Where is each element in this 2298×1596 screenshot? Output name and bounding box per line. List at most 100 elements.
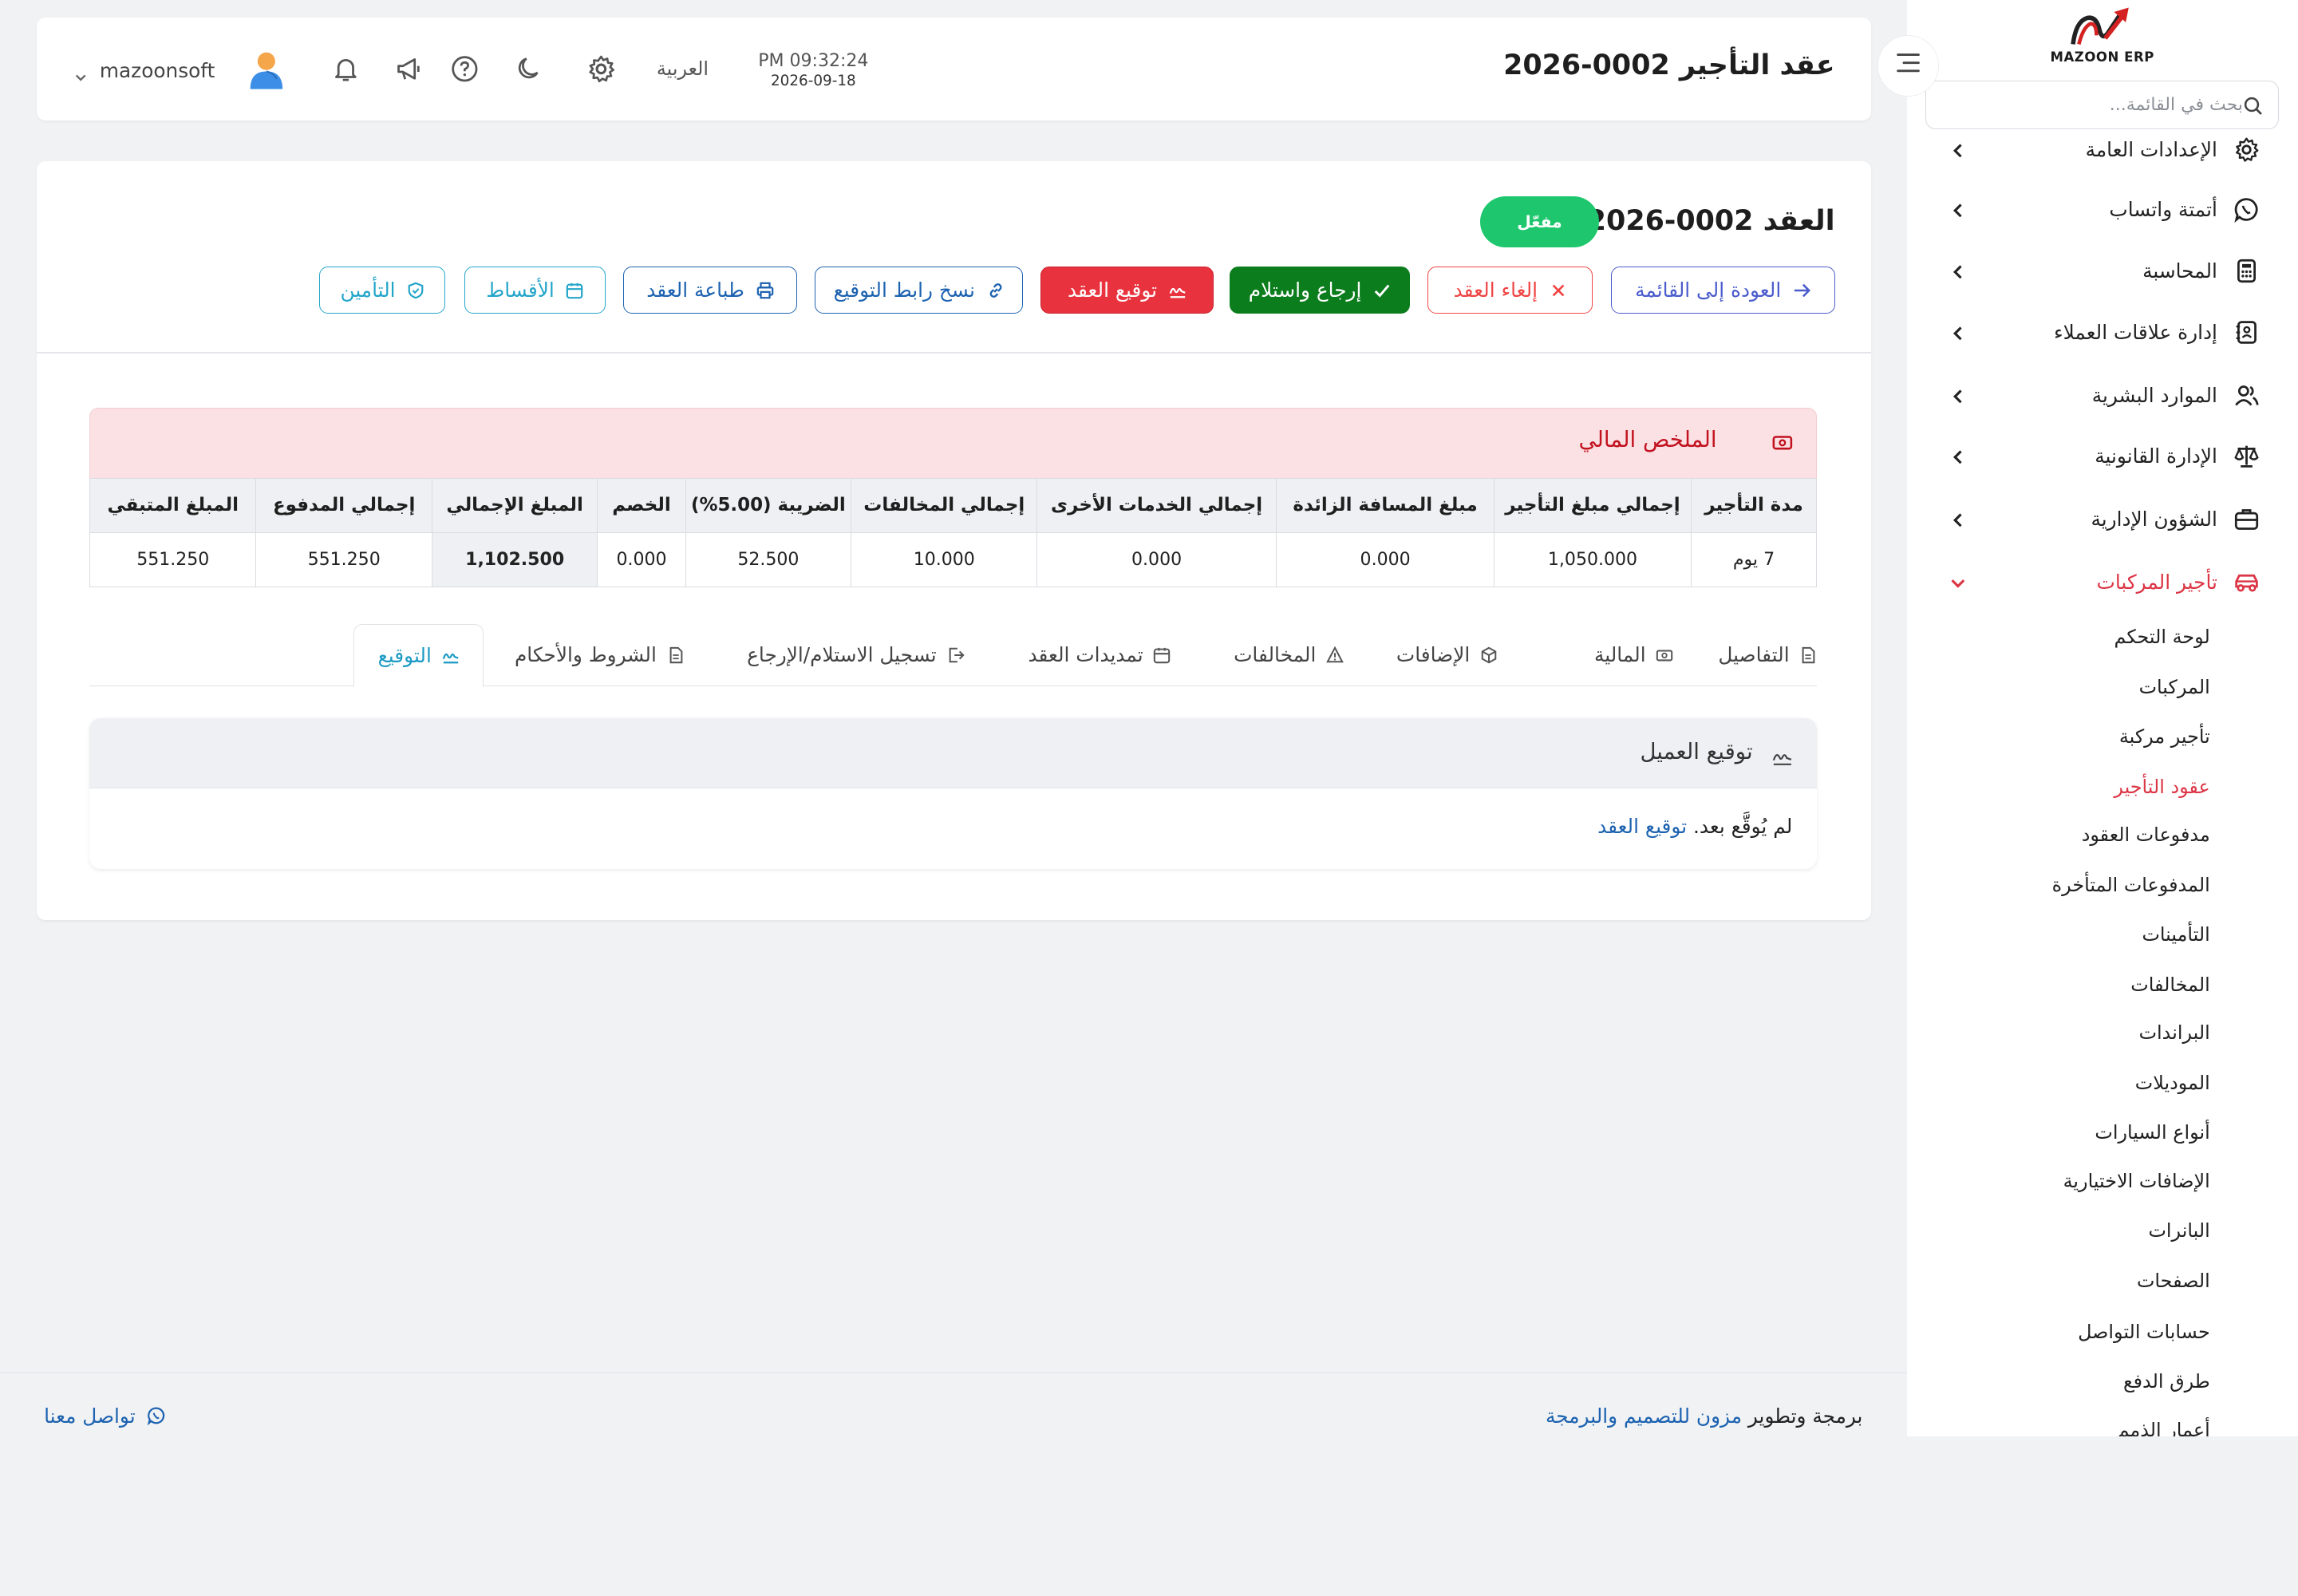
sidebar-item-admin[interactable]: الشؤون الإدارية	[1948, 497, 2261, 541]
chevron-left-icon	[1948, 385, 1968, 406]
search-icon	[2243, 94, 2264, 115]
sidebar-toggle-button[interactable]	[1877, 35, 1939, 97]
document-icon	[1799, 646, 1817, 664]
col-remaining: المبلغ المتبقي	[89, 477, 257, 533]
print-contract-button[interactable]: طباعة العقد	[622, 267, 798, 314]
help-icon[interactable]	[448, 53, 480, 85]
divider	[36, 351, 1872, 354]
sidebar-item-vehicle-rental[interactable]: تأجير المركبات	[1948, 560, 2261, 604]
language-switcher[interactable]: العربية	[657, 57, 709, 80]
cell-rental-period: 7 يوم	[1690, 531, 1818, 587]
installments-button[interactable]: الأقساط	[464, 267, 606, 314]
signature-icon	[442, 647, 460, 665]
contact-us-label: تواصل معنا	[44, 1404, 136, 1428]
insurance-button[interactable]: التأمين	[319, 267, 446, 314]
sidebar-item-general-settings[interactable]: الإعدادات العامة	[1948, 128, 2261, 172]
return-receive-label: إرجاع واستلام	[1248, 279, 1362, 302]
sidebar-subitem-optional-extras[interactable]: الإضافات الاختيارية	[2063, 1170, 2210, 1205]
menu-icon	[1895, 51, 1921, 80]
contact-us-link[interactable]: تواصل معنا	[44, 1404, 166, 1428]
sidebar-subitem-rental-contracts[interactable]: عقود التأجير	[2114, 776, 2209, 811]
sidebar-subitem-vehicles[interactable]: المركبات	[2139, 676, 2210, 711]
notifications-bell-icon[interactable]	[330, 53, 361, 85]
tab-violations[interactable]: المخالفات	[1234, 624, 1344, 685]
dark-mode-moon-icon[interactable]	[513, 53, 545, 85]
cell-grand-total: 1,102.500	[431, 531, 598, 587]
sidebar-search-input[interactable]	[1944, 94, 2243, 115]
tab-label: تمديدات العقد	[1028, 643, 1143, 667]
copy-signature-link-button[interactable]: نسخ رابط التوقيع	[815, 267, 1023, 314]
sidebar-item-legal[interactable]: الإدارة القانونية	[1948, 434, 2261, 478]
contract-card: العقد 0002-2026 مفعّل العودة إلى القائمة…	[36, 161, 1872, 921]
table-header-row: مدة التأجير إجمالي مبلغ التأجير مبلغ الم…	[89, 477, 1818, 533]
return-receive-button[interactable]: إرجاع واستلام	[1229, 267, 1410, 314]
sidebar-subitem-payment-methods[interactable]: طرق الدفع	[2123, 1370, 2210, 1405]
sidebar-subitem-social-accounts[interactable]: حسابات التواصل	[2078, 1321, 2210, 1356]
cell-remaining: 551.250	[89, 531, 257, 587]
tab-extras[interactable]: الإضافات	[1396, 624, 1498, 685]
tab-label: الإضافات	[1396, 643, 1471, 667]
user-menu[interactable]: mazoonsoft	[73, 49, 286, 90]
cancel-contract-label: إلغاء العقد	[1453, 279, 1538, 302]
sidebar-subitem-brands[interactable]: البراندات	[2139, 1021, 2210, 1057]
clock-date: 2026-09-18	[770, 73, 856, 90]
tab-finance[interactable]: المالية	[1594, 624, 1674, 685]
sign-contract-link[interactable]: توقيع العقد	[1597, 815, 1687, 838]
cell-other-services: 0.000	[1036, 531, 1277, 587]
sidebar-subitem-insurances[interactable]: التأمينات	[2142, 923, 2209, 958]
sign-contract-button[interactable]: توقيع العقد	[1040, 267, 1214, 314]
printer-icon	[756, 282, 774, 299]
announcement-megaphone-icon[interactable]	[393, 53, 424, 85]
cell-tax: 52.500	[685, 531, 852, 587]
sidebar-search[interactable]	[1925, 81, 2280, 129]
tab-label: المخالفات	[1234, 643, 1317, 667]
sidebar-subitem-models[interactable]: الموديلات	[2135, 1072, 2210, 1107]
sidebar-subitem-pages[interactable]: الصفحات	[2137, 1270, 2210, 1305]
sidebar-subitem-late-payments[interactable]: المدفوعات المتأخرة	[2052, 874, 2210, 909]
cancel-contract-button[interactable]: إلغاء العقد	[1427, 267, 1593, 314]
print-contract-label: طباعة العقد	[646, 279, 744, 302]
exit-icon	[947, 646, 965, 664]
sidebar-subitem-violations[interactable]: المخالفات	[2130, 974, 2209, 1009]
sidebar-subitem-receivables-aging[interactable]: أعمار الذمم	[2118, 1419, 2210, 1436]
chevron-left-icon	[1948, 261, 1968, 282]
col-grand-total: المبلغ الإجمالي	[431, 477, 598, 533]
tab-details[interactable]: التفاصيل	[1718, 624, 1817, 685]
cell-extra-mileage: 0.000	[1275, 531, 1495, 587]
sidebar-item-whatsapp[interactable]: أتمتة واتساب	[1948, 188, 2261, 231]
tab-contract-extensions[interactable]: تمديدات العقد	[1028, 624, 1171, 685]
credit-link[interactable]: مزون للتصميم والبرمجة	[1546, 1404, 1742, 1428]
col-total-rental-amount: إجمالي مبلغ التأجير	[1494, 477, 1692, 533]
sidebar-subitem-banners[interactable]: البانرات	[2148, 1219, 2209, 1254]
col-total-paid: إجمالي المدفوع	[255, 477, 432, 533]
tab-signature[interactable]: التوقيع	[353, 624, 484, 688]
settings-gear-icon[interactable]	[585, 53, 617, 85]
sidebar-subitem-rent-vehicle[interactable]: تأجير مركبة	[2119, 725, 2210, 760]
users-icon	[2232, 381, 2261, 411]
briefcase-icon	[2232, 504, 2261, 534]
col-other-services: إجمالي الخدمات الأخرى	[1036, 477, 1277, 533]
tab-terms[interactable]: الشروط والأحكام	[515, 624, 685, 685]
sidebar-subitem-dashboard[interactable]: لوحة التحكم	[2114, 626, 2209, 661]
tab-pickup-return[interactable]: تسجيل الاستلام/الإرجاع	[747, 624, 965, 685]
customer-signature-title: توقيع العميل	[1640, 738, 1753, 764]
sidebar-item-label: إدارة علاقات العملاء	[2053, 321, 2217, 345]
calendar-icon	[566, 282, 583, 299]
box-icon	[1480, 646, 1498, 664]
tab-label: التوقيع	[377, 644, 432, 668]
chevron-left-icon	[1948, 445, 1968, 466]
sidebar-item-accounting[interactable]: المحاسبة	[1948, 249, 2261, 293]
col-total-violations: إجمالي المخالفات	[851, 477, 1038, 533]
tab-label: المالية	[1593, 643, 1646, 667]
cell-total-rental-amount: 1,050.000	[1494, 531, 1692, 587]
sidebar-subitem-car-types[interactable]: أنواع السيارات	[2095, 1121, 2209, 1156]
chevron-left-icon	[1948, 139, 1968, 160]
sidebar-subitem-contract-payments[interactable]: مدفوعات العقود	[2082, 824, 2210, 859]
sidebar-item-crm[interactable]: إدارة علاقات العملاء	[1948, 310, 2261, 354]
signature-icon	[1772, 745, 1793, 765]
check-icon	[1373, 282, 1391, 299]
copy-signature-link-label: نسخ رابط التوقيع	[833, 279, 975, 302]
sidebar-item-label: الإدارة القانونية	[2095, 444, 2217, 468]
sidebar-item-hr[interactable]: الموارد البشرية	[1948, 373, 2261, 417]
back-to-list-button[interactable]: العودة إلى القائمة	[1610, 267, 1835, 314]
